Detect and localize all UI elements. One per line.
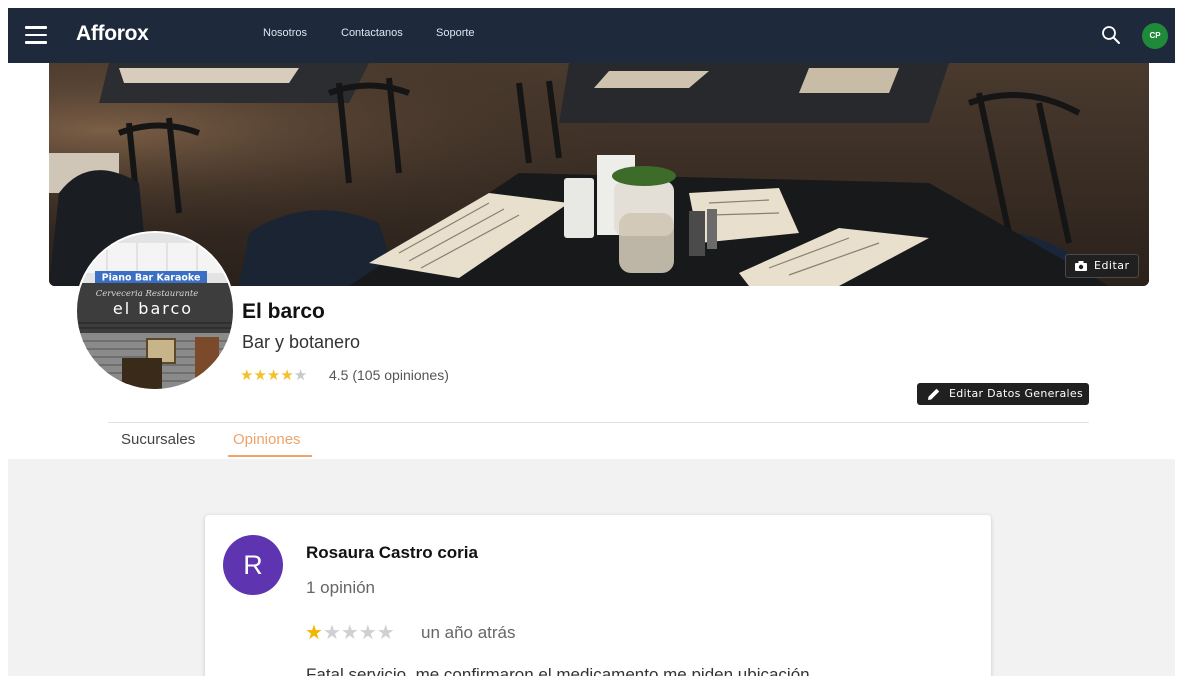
user-avatar[interactable]: CP [1142, 23, 1168, 49]
nav-link-nosotros[interactable]: Nosotros [263, 27, 307, 39]
business-star-rating: ★★★★★ [240, 366, 307, 384]
business-profile-picture[interactable]: Piano Bar Karaoke Cerveceria Restaurante… [75, 231, 235, 391]
star-icon: ★ [266, 367, 281, 384]
review-star-rating: ★★★★★ [305, 620, 395, 645]
edit-general-data-button[interactable]: Editar Datos Generales [917, 383, 1089, 405]
edit-cover-label: Editar [1094, 259, 1130, 272]
reviewer-name[interactable]: Rosaura Castro coria [306, 543, 478, 563]
business-name: El barco [242, 300, 325, 323]
nav-link-soporte[interactable]: Soporte [436, 27, 475, 39]
edit-cover-button[interactable]: Editar [1065, 254, 1139, 278]
restaurant-interior-image [49, 63, 1149, 286]
star-icon: ★ [240, 367, 254, 384]
star-icon: ★ [293, 367, 308, 384]
sign-piano-bar: Piano Bar Karaoke [102, 273, 201, 284]
star-icon: ★ [340, 622, 359, 644]
reviewer-avatar[interactable]: R [223, 535, 283, 595]
review-timestamp: un año atrás [421, 623, 516, 642]
top-navbar: Afforox Nosotros Contactanos Soporte CP [8, 8, 1175, 63]
business-category: Bar y botanero [242, 332, 361, 352]
sign-el-barco: el barco [113, 299, 193, 318]
reviewer-review-count: 1 opinión [306, 578, 376, 597]
star-icon: ★ [253, 367, 267, 384]
star-icon: ★ [280, 367, 294, 384]
star-icon: ★ [305, 622, 323, 644]
search-icon[interactable] [1101, 25, 1121, 45]
rating-summary: 4.5 (105 opiniones) [329, 367, 449, 383]
nav-link-contactanos[interactable]: Contactanos [341, 27, 403, 39]
review-text: Fatal servicio, me confirmaron el medica… [306, 665, 810, 676]
camera-icon [1075, 261, 1087, 271]
pencil-icon [928, 388, 940, 400]
sign-cerveceria: Cerveceria Restaurante [96, 289, 199, 299]
tabs-divider [108, 422, 1089, 423]
edit-general-label: Editar Datos Generales [949, 387, 1083, 400]
tab-sucursales[interactable]: Sucursales [121, 431, 195, 448]
tab-opiniones[interactable]: Opiniones [233, 431, 301, 448]
star-icon: ★ [358, 622, 377, 644]
review-card: R Rosaura Castro coria 1 opinión ★★★★★ u… [205, 515, 991, 676]
app-frame: Afforox Nosotros Contactanos Soporte CP [8, 8, 1175, 676]
brand-logo[interactable]: Afforox [76, 22, 149, 46]
reviews-section: R Rosaura Castro coria 1 opinión ★★★★★ u… [8, 459, 1175, 676]
active-tab-indicator [228, 455, 312, 457]
hamburger-icon[interactable] [25, 26, 47, 44]
star-icon: ★ [376, 622, 395, 644]
cover-photo: Editar [49, 63, 1149, 286]
star-icon: ★ [322, 622, 341, 644]
